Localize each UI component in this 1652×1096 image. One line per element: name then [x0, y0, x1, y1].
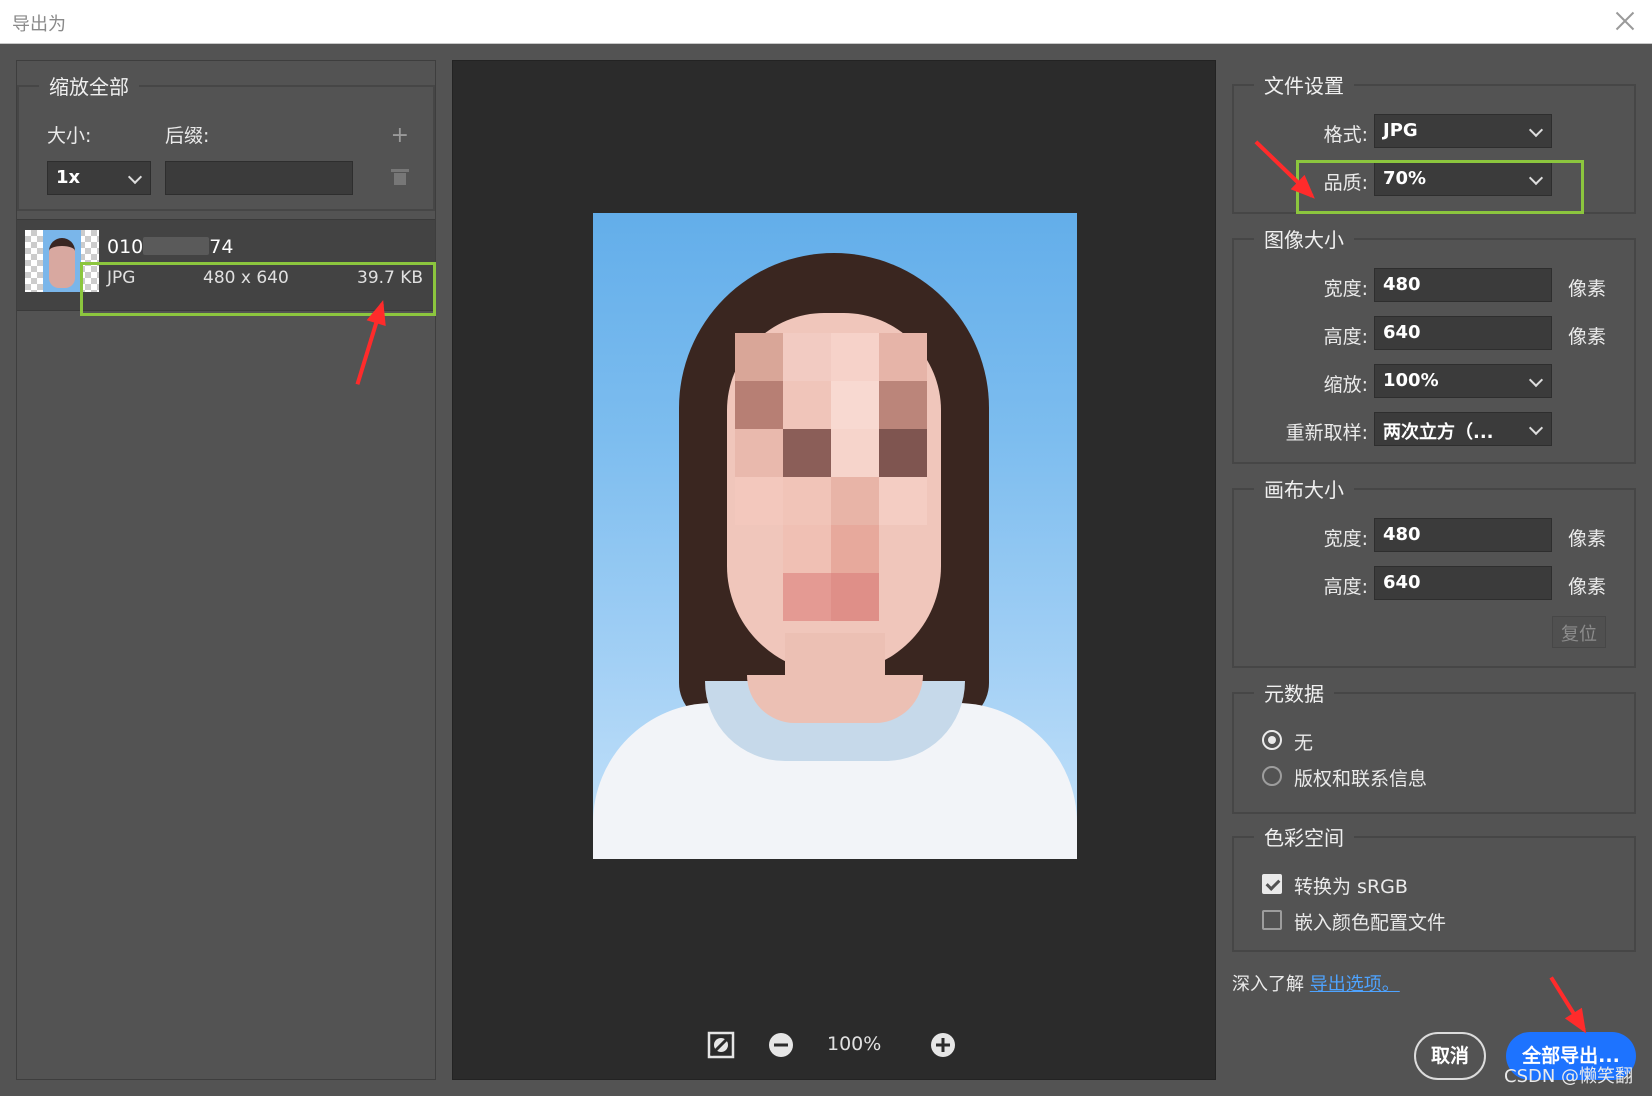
- metadata-title: 元数据: [1254, 678, 1334, 707]
- size-label: 大小:: [47, 125, 92, 147]
- scale-label: 缩放:: [1323, 374, 1368, 396]
- chevron-down-icon: [1528, 122, 1544, 138]
- preview-area: 100%: [452, 60, 1216, 1080]
- image-size-title: 图像大小: [1254, 224, 1354, 253]
- file-settings-title: 文件设置: [1254, 70, 1354, 99]
- convert-srgb-checkbox[interactable]: [1262, 874, 1282, 894]
- reset-button[interactable]: 复位: [1552, 616, 1606, 648]
- size-select[interactable]: 1x: [47, 161, 151, 195]
- chevron-down-icon: [1528, 420, 1544, 436]
- canvas-height-label: 高度:: [1323, 576, 1368, 598]
- canvas-size-title: 画布大小: [1254, 474, 1354, 503]
- window-title: 导出为: [12, 14, 66, 35]
- image-width-input[interactable]: 480: [1374, 268, 1552, 302]
- image-height-label: 高度:: [1323, 326, 1368, 348]
- redaction-mask: [143, 237, 210, 255]
- quality-highlight-box: [1296, 160, 1584, 214]
- trash-icon[interactable]: [391, 169, 409, 185]
- scale-select[interactable]: 100%: [1374, 364, 1552, 398]
- zoom-in-icon[interactable]: [929, 1031, 957, 1059]
- cancel-button[interactable]: 取消: [1414, 1032, 1486, 1080]
- asset-name: 010 74: [107, 236, 234, 258]
- image-width-label: 宽度:: [1323, 278, 1368, 300]
- format-label: 格式:: [1323, 124, 1368, 146]
- metadata-copyright-label: 版权和联系信息: [1294, 768, 1428, 790]
- embed-profile-label: 嵌入颜色配置文件: [1294, 912, 1447, 934]
- color-space-title: 色彩空间: [1254, 822, 1354, 851]
- canvas-width-label: 宽度:: [1323, 528, 1368, 550]
- resample-select[interactable]: 两次立方（...: [1374, 412, 1552, 446]
- watermark: CSDN @懒笑翻: [1504, 1066, 1634, 1087]
- title-bar: 导出为: [0, 0, 1652, 44]
- metadata-copyright-radio[interactable]: [1262, 766, 1282, 786]
- zoom-out-icon[interactable]: [767, 1031, 795, 1059]
- canvas-height-unit: 像素: [1568, 576, 1607, 598]
- learn-more: 深入了解 导出选项。: [1232, 970, 1400, 996]
- resample-label: 重新取样:: [1285, 422, 1368, 444]
- left-panel: 缩放全部 大小: 后缀: + 1x 010 74 JPG 480 x 640 39…: [16, 60, 436, 1080]
- right-panel: 文件设置 格式: JPG 品质: 70% 图像大小 宽度: 480 像素 高度:…: [1232, 60, 1636, 1090]
- image-size-group: 图像大小 宽度: 480 像素 高度: 640 像素 缩放: 100% 重新取样…: [1232, 224, 1636, 464]
- metadata-group: 元数据 无 版权和联系信息: [1232, 678, 1636, 814]
- color-space-group: 色彩空间 转换为 sRGB 嵌入颜色配置文件: [1232, 822, 1636, 952]
- chevron-down-icon: [127, 169, 143, 185]
- metadata-none-radio[interactable]: [1262, 730, 1282, 750]
- canvas-width-unit: 像素: [1568, 528, 1607, 550]
- learn-more-text: 深入了解: [1232, 974, 1304, 995]
- metadata-none-label: 无: [1294, 732, 1314, 754]
- toggle-transparency-icon[interactable]: [707, 1031, 735, 1059]
- scale-group-title: 缩放全部: [39, 71, 139, 100]
- embed-profile-checkbox[interactable]: [1262, 910, 1282, 930]
- add-scale-icon[interactable]: +: [391, 123, 409, 148]
- canvas-width-input[interactable]: 480: [1374, 518, 1552, 552]
- zoom-level: 100%: [827, 1033, 882, 1055]
- scale-all-group: 缩放全部 大小: 后缀: + 1x: [17, 71, 435, 211]
- canvas-height-input[interactable]: 640: [1374, 566, 1552, 600]
- convert-srgb-label: 转换为 sRGB: [1294, 876, 1408, 898]
- suffix-input[interactable]: [165, 161, 353, 195]
- image-width-unit: 像素: [1568, 278, 1607, 300]
- image-height-input[interactable]: 640: [1374, 316, 1552, 350]
- close-icon[interactable]: [1612, 8, 1638, 34]
- export-options-link[interactable]: 导出选项。: [1310, 974, 1400, 995]
- chevron-down-icon: [1528, 372, 1544, 388]
- preview-image: [593, 213, 1077, 859]
- size-select-value: 1x: [56, 167, 81, 188]
- suffix-label: 后缀:: [165, 125, 210, 147]
- preview-toolbar: 100%: [453, 1021, 1217, 1071]
- canvas-size-group: 画布大小 宽度: 480 像素 高度: 640 像素 复位: [1232, 474, 1636, 668]
- format-select[interactable]: JPG: [1374, 114, 1552, 148]
- image-height-unit: 像素: [1568, 326, 1607, 348]
